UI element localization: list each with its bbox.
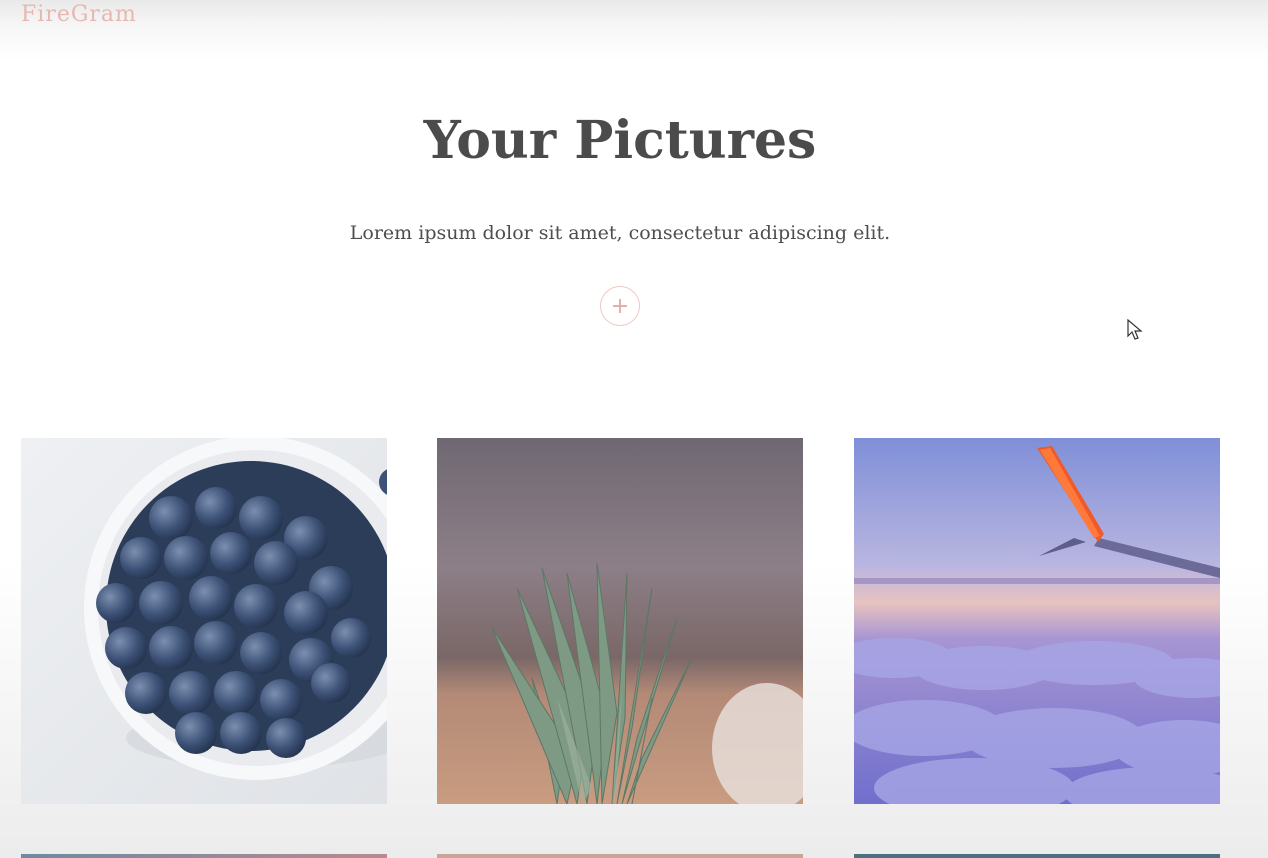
image-grid xyxy=(21,438,1221,858)
pineapple-photo xyxy=(437,438,803,804)
page-subtitle: Lorem ipsum dolor sit amet, consectetur … xyxy=(349,222,891,244)
gallery-image-airplane-wing[interactable] xyxy=(854,438,1220,804)
add-image-button[interactable]: + xyxy=(600,286,640,326)
airplane-wing-photo xyxy=(854,438,1220,804)
mouse-cursor-icon xyxy=(1127,319,1143,340)
gallery-image-next-row-2[interactable] xyxy=(437,854,803,858)
blueberries-photo xyxy=(21,438,387,804)
brand-logo[interactable]: FireGram xyxy=(21,2,137,27)
plus-icon: + xyxy=(610,293,630,319)
gallery-image-next-row-1[interactable] xyxy=(21,854,387,858)
gallery-image-blueberries[interactable] xyxy=(21,438,387,804)
gallery-image-pineapple[interactable] xyxy=(437,438,803,804)
gallery-image-next-row-3[interactable] xyxy=(854,854,1220,858)
page: FireGram Your Pictures Lorem ipsum dolor… xyxy=(0,0,1268,858)
page-title: Your Pictures xyxy=(423,110,817,171)
